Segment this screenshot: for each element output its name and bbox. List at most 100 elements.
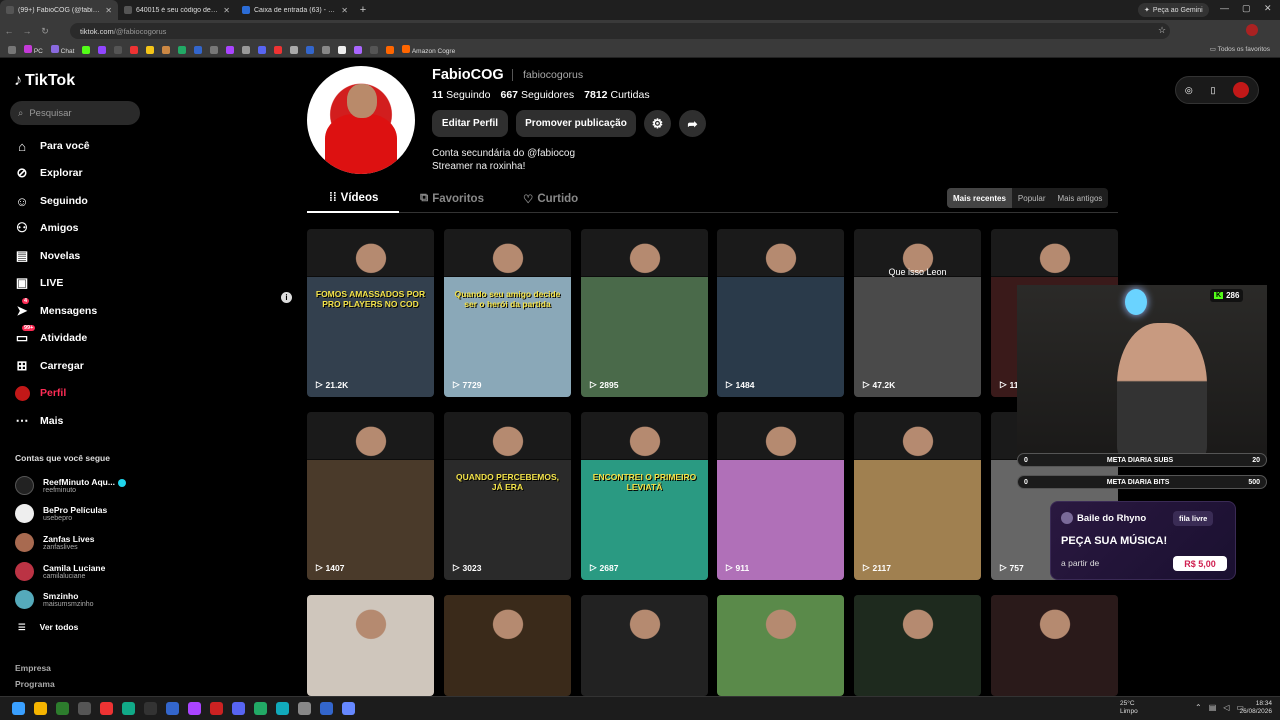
tiktok-logo[interactable]: ♪ TikTok [14, 72, 75, 90]
video-thumbnail[interactable] [444, 595, 571, 696]
close-icon[interactable]: ✕ [105, 6, 112, 15]
network-icon[interactable]: ▤ [1209, 703, 1217, 712]
browser-tab-email[interactable]: Caixa de entrada (63) - E-mail ✕ [236, 0, 354, 20]
device-icon[interactable]: ▯ [1210, 85, 1215, 96]
bookmark-icon[interactable] [338, 45, 347, 54]
sidebar-item-novelas[interactable]: ▤ Novelas [14, 248, 80, 264]
sidebar-item-para-voce[interactable]: ⌂ Para você [14, 138, 90, 154]
tab-curtido[interactable]: ♡ Curtido [523, 192, 578, 206]
bookmark-icon[interactable] [386, 45, 395, 54]
sort-most-recent[interactable]: Mais recentes [947, 188, 1012, 208]
sort-oldest[interactable]: Mais antigos [1052, 188, 1109, 208]
video-thumbnail[interactable]: ENCONTREI O PRIMEIRO LEVIATÃ ▷ 2687 [581, 412, 708, 580]
followed-account[interactable]: Smzinho maisumsmzinho [15, 590, 94, 609]
followed-account[interactable]: BePro Películas usebepro [15, 504, 107, 523]
video-thumbnail[interactable]: ▷ 2117 [854, 412, 981, 580]
info-icon[interactable]: i [281, 292, 292, 303]
clock[interactable]: 18:34 26/08/2026 [1238, 700, 1272, 716]
followed-account[interactable]: Camila Luciane camilaluciane [15, 562, 105, 581]
bookmark-icon[interactable] [258, 45, 267, 54]
url-field[interactable]: tiktok.com/@fabiocogorus [70, 23, 1170, 39]
taskbar-app-icon[interactable] [188, 702, 201, 715]
bookmark-icon[interactable] [178, 45, 187, 54]
bookmark-icon[interactable] [290, 45, 299, 54]
forward-icon[interactable]: → [18, 26, 36, 36]
video-thumbnail[interactable]: ▷ 1407 [307, 412, 434, 580]
video-thumbnail[interactable] [991, 595, 1118, 696]
close-icon[interactable]: ✕ [223, 6, 230, 15]
profile-avatar[interactable] [307, 66, 415, 174]
bookmark-icon[interactable] [226, 45, 235, 54]
video-thumbnail[interactable]: ▷ 2895 [581, 229, 708, 397]
taskbar-app-icon[interactable] [122, 702, 135, 715]
sidebar-item-amigos[interactable]: ⚇ Amigos [14, 220, 78, 236]
sidebar-item-explorar[interactable]: ⊘ Explorar [14, 165, 83, 181]
taskbar-app-icon[interactable] [166, 702, 179, 715]
bookmark-icon[interactable] [242, 45, 251, 54]
close-window-icon[interactable]: ✕ [1264, 3, 1272, 14]
bookmark-amazon[interactable]: Amazon Cogre [402, 44, 455, 55]
close-icon[interactable]: ✕ [341, 6, 348, 15]
sidebar-item-seguindo[interactable]: ☺ Seguindo [14, 193, 87, 209]
sidebar-item-atividade[interactable]: ▭ 99+ Atividade [14, 325, 87, 346]
video-thumbnail[interactable]: ▷ 1484 [717, 229, 844, 397]
sort-popular[interactable]: Popular [1012, 188, 1052, 208]
taskbar-app-icon[interactable] [210, 702, 223, 715]
footer-link-empresa[interactable]: Empresa [15, 663, 51, 673]
profile-avatar-icon[interactable] [1246, 24, 1258, 36]
bookmark-icon[interactable] [162, 45, 171, 54]
star-icon[interactable]: ☆ [1158, 25, 1166, 36]
all-bookmarks[interactable]: ▭ Todos os favoritos [1210, 45, 1270, 53]
browser-tab-tiktok[interactable]: (99+) FabioCOG (@fabiocogorus) ✕ [0, 0, 118, 20]
video-thumbnail[interactable]: QUANDO PERCEBEMOS, JÁ ERA ▷ 3023 [444, 412, 571, 580]
taskbar-app-icon[interactable] [342, 702, 355, 715]
gemini-button[interactable]: ✦ Peça ao Gemini [1138, 3, 1209, 17]
taskbar-app-icon[interactable] [320, 702, 333, 715]
tab-favoritos[interactable]: ⧉ Favoritos [420, 192, 484, 205]
bookmark-icon[interactable] [130, 45, 139, 54]
taskbar-app-icon[interactable] [298, 702, 311, 715]
video-thumbnail[interactable]: FOMOS AMASSADOS POR PRO PLAYERS NO COD ▷ 2… [307, 229, 434, 397]
taskbar-app-icon[interactable] [276, 702, 289, 715]
bookmark-icon[interactable] [194, 45, 203, 54]
weather-widget[interactable]: 25°C Limpo [1120, 700, 1138, 716]
settings-gear-icon[interactable]: ⚙ [644, 110, 671, 137]
apps-icon[interactable] [8, 45, 16, 54]
maximize-icon[interactable]: ▢ [1242, 3, 1251, 14]
kick-icon[interactable] [82, 45, 91, 54]
sidebar-item-perfil[interactable]: Perfil [14, 385, 66, 401]
bookmark-icon[interactable] [146, 45, 155, 54]
sidebar-item-live[interactable]: ▣ LIVE [14, 275, 64, 291]
bookmark-chat[interactable]: Chat [50, 44, 74, 55]
taskbar-app-icon[interactable] [56, 702, 69, 715]
tab-videos[interactable]: ⁞⁞ Vídeos [329, 192, 378, 204]
edit-profile-button[interactable]: Editar Perfil [432, 110, 508, 137]
sidebar-item-mensagens[interactable]: ➤ 4 Mensagens [14, 298, 97, 319]
volume-icon[interactable]: ◁ [1223, 703, 1229, 712]
taskbar-app-icon[interactable] [34, 702, 47, 715]
followed-account[interactable]: ReefMinuto Aqu... reefminuto [15, 476, 126, 495]
back-icon[interactable]: ← [0, 26, 18, 36]
taskbar-app-icon[interactable] [100, 702, 113, 715]
footer-link-programa[interactable]: Programa [15, 679, 55, 689]
bookmark-icon[interactable] [322, 45, 331, 54]
followers-stat[interactable]: 667 Seguidores [500, 89, 574, 101]
bookmark-icon[interactable] [274, 45, 283, 54]
taskbar-app-icon[interactable] [144, 702, 157, 715]
minimize-icon[interactable]: — [1220, 3, 1229, 13]
video-thumbnail[interactable] [717, 595, 844, 696]
promote-post-button[interactable]: Promover publicação [516, 110, 636, 137]
bookmark-icon[interactable] [114, 45, 123, 54]
share-icon[interactable]: ➦ [679, 110, 706, 137]
bookmark-icon[interactable] [370, 45, 379, 54]
sidebar-item-mais[interactable]: ⋯ Mais [14, 413, 64, 429]
user-avatar-icon[interactable] [1233, 82, 1250, 98]
twitch-icon[interactable] [98, 45, 107, 54]
video-thumbnail[interactable] [307, 595, 434, 696]
bookmark-icon[interactable] [306, 45, 315, 54]
taskbar-app-icon[interactable] [232, 702, 245, 715]
new-tab-button[interactable]: + [354, 4, 372, 16]
video-thumbnail[interactable] [581, 595, 708, 696]
coin-icon[interactable]: ◎ [1185, 85, 1193, 96]
reload-icon[interactable]: ↻ [36, 26, 54, 37]
